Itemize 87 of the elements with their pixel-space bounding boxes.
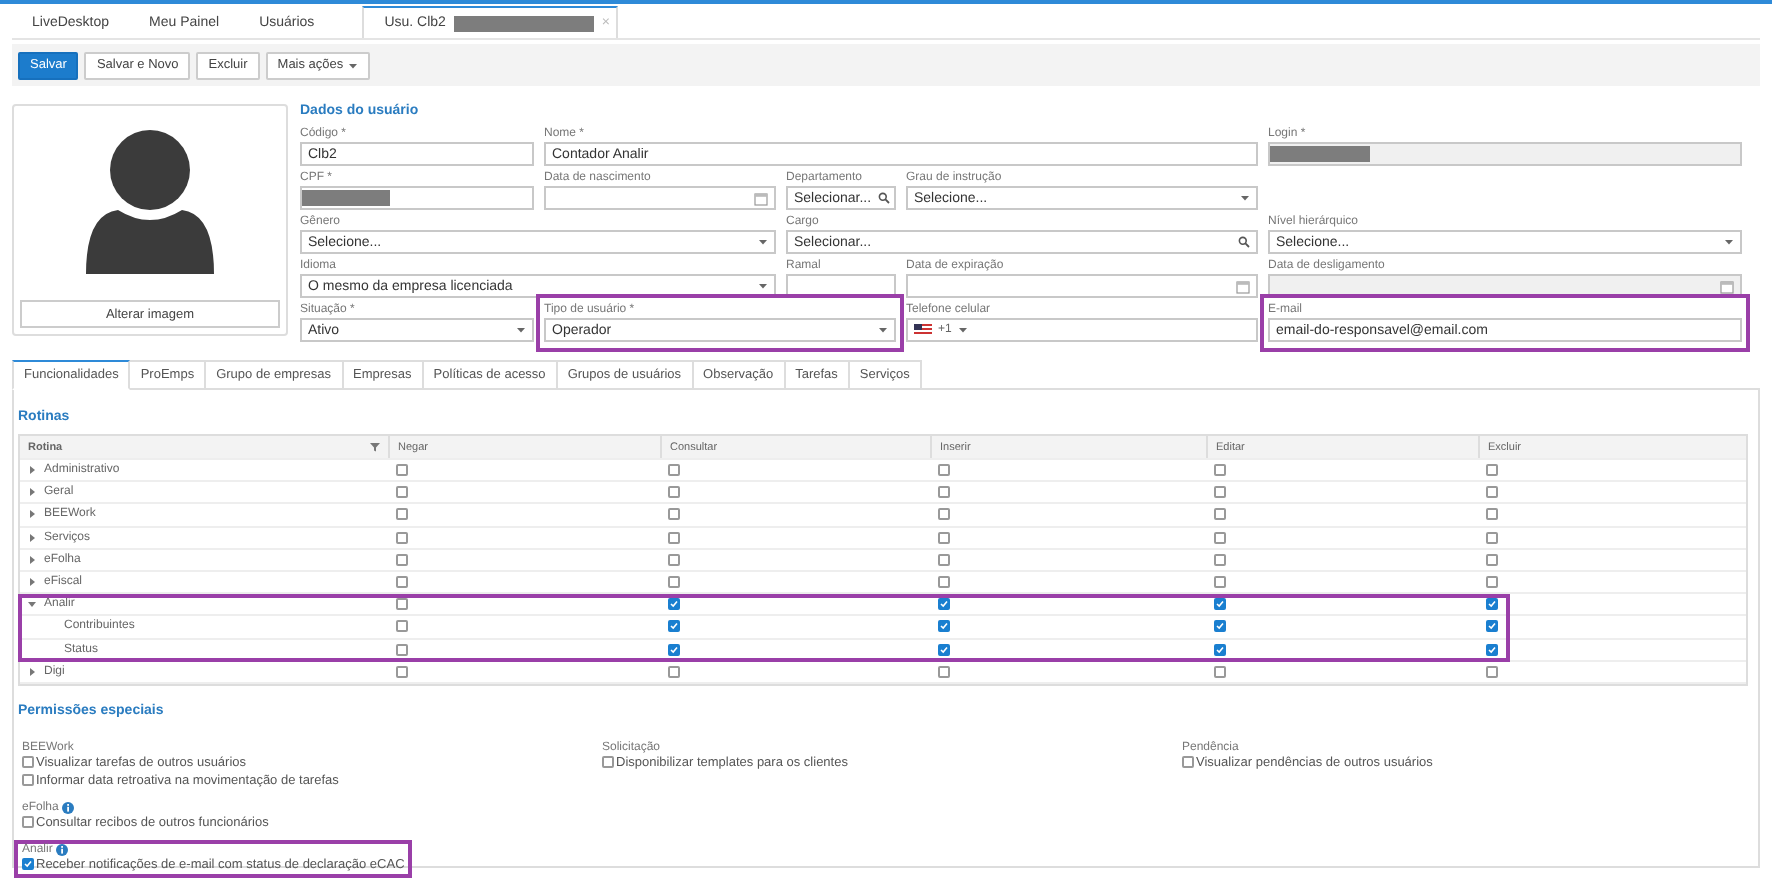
- expand-icon[interactable]: [28, 667, 40, 676]
- filter-icon[interactable]: [370, 442, 380, 452]
- expand-icon[interactable]: [28, 510, 40, 519]
- checkbox[interactable]: [396, 665, 408, 678]
- checkbox[interactable]: [1486, 643, 1498, 656]
- caret-icon: [347, 61, 358, 69]
- checkbox[interactable]: [1486, 620, 1498, 633]
- caret-icon: [1240, 194, 1250, 202]
- checkbox[interactable]: [1486, 665, 1498, 678]
- calendar-icon[interactable]: [754, 191, 768, 205]
- checkbox[interactable]: [668, 665, 680, 678]
- checkbox[interactable]: [396, 643, 408, 656]
- checkbox[interactable]: [396, 553, 408, 566]
- checkbox[interactable]: [1214, 531, 1226, 544]
- checkbox[interactable]: [938, 643, 950, 656]
- checkbox[interactable]: [1214, 643, 1226, 656]
- checkbox[interactable]: [668, 598, 680, 611]
- checkbox[interactable]: [938, 665, 950, 678]
- checkbox[interactable]: [938, 486, 950, 499]
- checkbox[interactable]: [22, 774, 34, 787]
- checkbox[interactable]: [396, 576, 408, 589]
- checkbox[interactable]: [1486, 486, 1498, 499]
- checkbox[interactable]: [1214, 620, 1226, 633]
- search-icon[interactable]: [1238, 236, 1250, 248]
- checkbox[interactable]: [938, 464, 950, 477]
- checkbox[interactable]: [396, 508, 408, 521]
- date-field[interactable]: [544, 186, 776, 210]
- checkbox[interactable]: [1486, 531, 1498, 544]
- checkbox[interactable]: [668, 486, 680, 499]
- date-field[interactable]: [906, 274, 1258, 298]
- checkbox[interactable]: [396, 598, 408, 611]
- checkbox[interactable]: [938, 620, 950, 633]
- checkbox[interactable]: [938, 553, 950, 566]
- caret-icon: [758, 282, 768, 290]
- checkbox[interactable]: [396, 486, 408, 499]
- checkbox[interactable]: [668, 620, 680, 633]
- checkbox[interactable]: [668, 643, 680, 656]
- info-icon[interactable]: [62, 801, 75, 814]
- checkbox[interactable]: [1214, 576, 1226, 589]
- input-field[interactable]: [300, 186, 534, 210]
- checkbox[interactable]: [1486, 576, 1498, 589]
- expand-icon[interactable]: [28, 488, 40, 497]
- checkbox[interactable]: [1486, 464, 1498, 477]
- checkbox[interactable]: [22, 858, 34, 871]
- checkbox[interactable]: [1214, 486, 1226, 499]
- input-field[interactable]: [786, 274, 896, 298]
- redaction-bar: [302, 190, 390, 206]
- checkbox[interactable]: [22, 756, 34, 769]
- checkbox[interactable]: [1214, 665, 1226, 678]
- checkbox[interactable]: [668, 508, 680, 521]
- checkbox[interactable]: [668, 531, 680, 544]
- checkbox[interactable]: [668, 576, 680, 589]
- caret-icon: [878, 326, 888, 334]
- checkbox[interactable]: [396, 464, 408, 477]
- redaction-bar: [453, 15, 594, 31]
- caret-icon: [1724, 238, 1734, 246]
- flag-icon: [914, 324, 932, 336]
- search-icon[interactable]: [877, 192, 890, 204]
- checkbox[interactable]: [1214, 553, 1226, 566]
- calendar-icon[interactable]: [1236, 279, 1250, 293]
- checkbox[interactable]: [1214, 508, 1226, 521]
- checkbox[interactable]: [668, 464, 680, 477]
- checkbox[interactable]: [22, 816, 34, 829]
- expand-icon[interactable]: [28, 466, 40, 475]
- checkbox[interactable]: [396, 531, 408, 544]
- checkbox[interactable]: [668, 553, 680, 566]
- caret-icon: [758, 238, 768, 246]
- expand-icon[interactable]: [28, 578, 40, 587]
- info-icon[interactable]: [56, 843, 69, 856]
- checkbox[interactable]: [938, 508, 950, 521]
- checkbox[interactable]: [1182, 756, 1194, 769]
- checkbox[interactable]: [938, 531, 950, 544]
- expand-icon[interactable]: [28, 600, 40, 609]
- checkbox[interactable]: [1486, 598, 1498, 611]
- expand-icon[interactable]: [28, 533, 40, 542]
- checkbox[interactable]: [938, 576, 950, 589]
- checkbox[interactable]: [602, 756, 614, 769]
- checkbox[interactable]: [1486, 508, 1498, 521]
- checkbox[interactable]: [1214, 598, 1226, 611]
- expand-icon[interactable]: [28, 555, 40, 564]
- checkbox[interactable]: [1214, 464, 1226, 477]
- checkbox[interactable]: [938, 598, 950, 611]
- checkbox[interactable]: [1486, 553, 1498, 566]
- caret-icon: [957, 326, 968, 334]
- redaction-bar: [1270, 146, 1370, 162]
- caret-icon: [516, 326, 526, 334]
- checkbox[interactable]: [396, 620, 408, 633]
